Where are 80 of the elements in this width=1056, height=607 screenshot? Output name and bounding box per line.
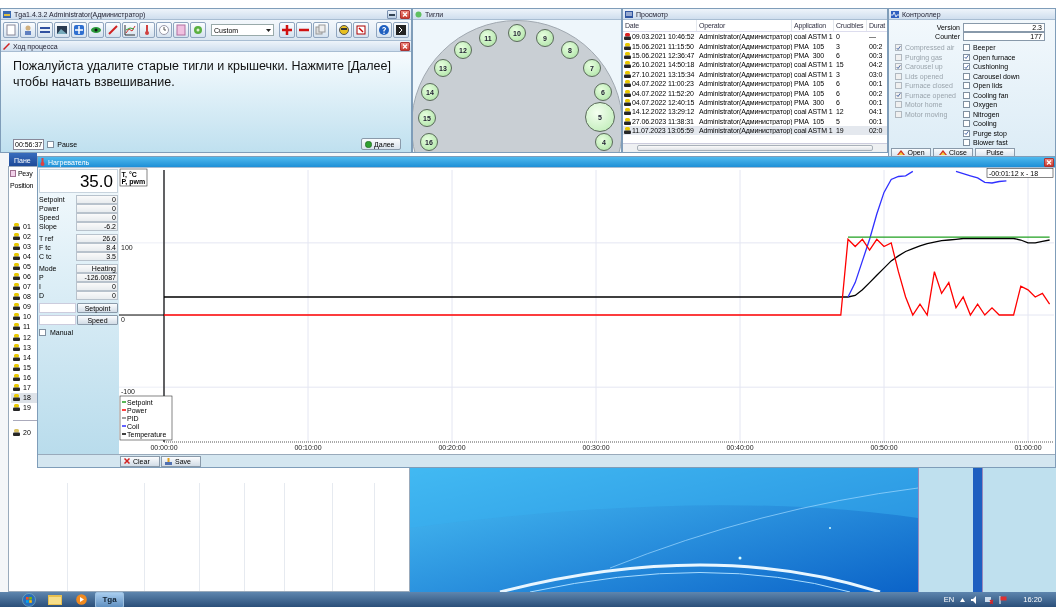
crucible-icon — [13, 293, 20, 301]
plus-icon — [281, 24, 293, 36]
crucible-icon — [13, 273, 20, 280]
crucible-icon — [13, 303, 20, 311]
crucible-icon — [13, 252, 20, 260]
checkbox[interactable] — [963, 72, 970, 80]
app-icon — [3, 10, 11, 18]
close-icon — [402, 43, 408, 49]
minimize-icon — [389, 12, 395, 16]
toolbar-button[interactable] — [37, 22, 53, 38]
crucible-icon — [13, 242, 20, 250]
checkbox[interactable] — [47, 140, 55, 148]
document-icon — [5, 24, 17, 36]
start-button[interactable] — [22, 592, 36, 607]
checkbox[interactable] — [963, 44, 970, 52]
checkbox[interactable] — [963, 91, 970, 99]
close-button[interactable] — [400, 41, 410, 51]
checkbox[interactable] — [963, 139, 970, 147]
close-button[interactable] — [1044, 157, 1054, 167]
crucible-icon — [13, 353, 20, 361]
folder-icon[interactable] — [48, 594, 62, 605]
list-icon — [625, 10, 633, 18]
chart-icon — [124, 24, 136, 36]
pulse-icon — [891, 10, 899, 18]
image-icon — [56, 24, 68, 36]
minimize-button[interactable] — [387, 9, 397, 19]
checkbox[interactable] — [963, 110, 970, 118]
crucible-icon — [13, 429, 20, 437]
exit-icon — [395, 24, 407, 36]
crucible-icon — [13, 222, 20, 230]
temperature-value: 35.0 — [39, 169, 118, 193]
crucible-icon — [13, 232, 20, 240]
crucible-icon — [13, 343, 20, 351]
crucible-icon — [13, 373, 20, 381]
triangle-icon — [939, 150, 948, 155]
checkbox[interactable] — [963, 53, 970, 61]
help-icon — [378, 24, 390, 36]
crucible-icon — [13, 363, 20, 371]
instruction-text: Пожалуйста удалите старые тигли и крышечки. Нажмите [Далее] чтобы начать взвешивание. — [13, 58, 392, 90]
checkbox[interactable] — [963, 63, 970, 71]
crucible-icon — [13, 283, 20, 291]
close-icon — [1046, 159, 1052, 165]
crucible-icon — [13, 384, 20, 392]
crucible-icon — [13, 394, 20, 402]
close-icon — [402, 11, 408, 17]
save-icon — [165, 457, 172, 465]
person-icon — [22, 24, 34, 36]
checkbox[interactable] — [963, 101, 970, 109]
clock-icon — [158, 24, 170, 36]
checkbox[interactable] — [39, 329, 46, 336]
triangle-icon — [897, 150, 906, 155]
toolbar-button[interactable] — [88, 22, 104, 38]
copy-icon — [315, 24, 327, 36]
input-field[interactable] — [39, 315, 76, 325]
checkbox[interactable] — [963, 82, 970, 90]
caret-icon[interactable] — [960, 597, 966, 602]
thermometer-icon — [40, 158, 45, 166]
caret-icon — [266, 28, 271, 32]
input-field[interactable] — [39, 303, 76, 313]
close-icon — [124, 458, 130, 464]
list-icon — [39, 24, 51, 36]
crucible-icon — [13, 323, 20, 331]
circle-icon — [365, 140, 372, 148]
crucible-icon — [13, 262, 20, 270]
checkbox[interactable] — [963, 129, 970, 137]
crucible-icon — [13, 313, 20, 321]
document-icon — [10, 170, 16, 177]
toolbar-button[interactable] — [393, 22, 409, 38]
crucible-icon — [13, 404, 20, 412]
play-icon[interactable] — [76, 594, 87, 605]
crucible-icon — [624, 127, 631, 135]
circle-icon — [415, 10, 422, 18]
horizontal-scrollbar[interactable] — [623, 143, 887, 152]
toolbar-button[interactable] — [54, 22, 70, 38]
crucible-icon — [13, 333, 20, 341]
flag-icon[interactable] — [999, 595, 1008, 604]
eye-icon — [90, 24, 102, 36]
close-button[interactable] — [400, 9, 410, 19]
note-icon — [175, 24, 187, 36]
checkbox[interactable] — [963, 120, 970, 128]
